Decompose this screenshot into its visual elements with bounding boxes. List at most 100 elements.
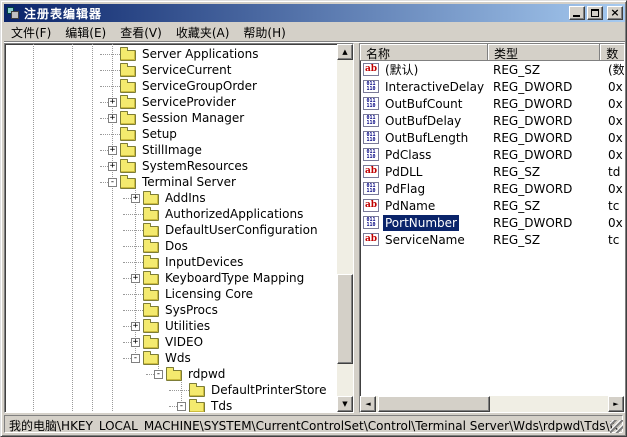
registry-value-row[interactable]: 011 110OutBufCountREG_DWORD0x xyxy=(360,95,624,112)
tree-item[interactable]: ServiceCurrent xyxy=(5,62,337,78)
tree-item-label: AuthorizedApplications xyxy=(163,207,305,221)
folder-icon xyxy=(143,274,159,285)
tree-item[interactable]: Dos xyxy=(5,238,337,254)
registry-value-row[interactable]: 011 110PdClassREG_DWORD0x xyxy=(360,146,624,163)
tree-item[interactable]: +Session Manager xyxy=(5,110,337,126)
collapse-icon[interactable]: - xyxy=(154,370,163,379)
tree-item[interactable]: DefaultUserConfiguration xyxy=(5,222,337,238)
tree-item[interactable]: +StillImage xyxy=(5,142,337,158)
tree-item[interactable]: SysProcs xyxy=(5,302,337,318)
list-horizontal-scrollbar[interactable]: ◄ ► xyxy=(360,396,624,412)
folder-icon xyxy=(120,130,136,141)
registry-value-row[interactable]: abPdDLLREG_SZtd xyxy=(360,163,624,180)
registry-value-row[interactable]: 011 110OutBufLengthREG_DWORD0x xyxy=(360,129,624,146)
tree-item[interactable]: Setup xyxy=(5,126,337,142)
tree-item[interactable]: +Utilities xyxy=(5,318,337,334)
scroll-right-icon[interactable]: ► xyxy=(608,396,624,412)
value-name-cell: 011 110OutBufLength xyxy=(360,130,490,146)
menu-view[interactable]: 查看(V) xyxy=(113,22,169,43)
tree-indent xyxy=(5,166,100,167)
reg-dword-icon: 011 110 xyxy=(363,131,379,144)
tree-indent xyxy=(5,54,100,55)
value-type: REG_DWORD xyxy=(490,131,604,145)
tree-indent xyxy=(5,278,123,279)
status-bar: 我的电脑\HKEY_LOCAL_MACHINE\SYSTEM\CurrentCo… xyxy=(4,413,623,433)
registry-value-row[interactable]: 011 110PdFlagREG_DWORD0x xyxy=(360,180,624,197)
expand-icon[interactable]: + xyxy=(131,194,140,203)
expand-icon[interactable]: + xyxy=(108,162,117,171)
tree-item[interactable]: Server Applications xyxy=(5,46,337,62)
maximize-button[interactable] xyxy=(587,6,603,20)
tree-connector xyxy=(123,246,143,247)
registry-value-row[interactable]: abServiceNameREG_SZtc xyxy=(360,231,624,248)
tree-item[interactable]: +AddIns xyxy=(5,190,337,206)
folder-icon xyxy=(120,114,136,125)
value-data: td xyxy=(604,165,624,179)
tree-item-label: SysProcs xyxy=(163,303,220,317)
tree-item[interactable]: ServiceGroupOrder xyxy=(5,78,337,94)
column-header-data[interactable]: 数 xyxy=(600,44,624,61)
value-name: PdDLL xyxy=(383,164,490,180)
maximize-icon xyxy=(591,9,599,17)
value-name-cell: 011 110InteractiveDelay xyxy=(360,79,490,95)
tree-item[interactable]: -Wds xyxy=(5,350,337,366)
scroll-up-icon[interactable]: ▲ xyxy=(337,44,353,60)
close-button[interactable]: × xyxy=(607,6,623,20)
tree-item[interactable]: +ServiceProvider xyxy=(5,94,337,110)
scrollbar-thumb[interactable] xyxy=(378,396,490,412)
scroll-left-icon[interactable]: ◄ xyxy=(360,396,376,412)
value-row-list: ab(默认)REG_SZ(数011 110InteractiveDelayREG… xyxy=(360,61,624,248)
tree-item[interactable]: Licensing Core xyxy=(5,286,337,302)
value-name-cell: 011 110PdFlag xyxy=(360,181,490,197)
collapse-icon[interactable]: - xyxy=(108,178,117,187)
menu-help[interactable]: 帮助(H) xyxy=(236,22,292,43)
title-bar[interactable]: 注册表编辑器 × xyxy=(4,4,625,22)
expand-icon[interactable]: + xyxy=(108,114,117,123)
folder-icon xyxy=(189,386,205,397)
tree-connector xyxy=(100,86,120,87)
menu-favorites[interactable]: 收藏夹(A) xyxy=(169,22,237,43)
tree-connector xyxy=(123,198,131,199)
tree-item[interactable]: -rdpwd xyxy=(5,366,337,382)
resize-grip-icon[interactable] xyxy=(610,420,623,433)
menu-file[interactable]: 文件(F) xyxy=(4,22,58,43)
tree-item[interactable]: +KeyboardType Mapping xyxy=(5,270,337,286)
collapse-icon[interactable]: - xyxy=(177,402,186,411)
expand-icon[interactable]: + xyxy=(131,274,140,283)
value-type: REG_DWORD xyxy=(490,97,604,111)
folder-icon xyxy=(120,98,136,109)
registry-value-row[interactable]: ab(默认)REG_SZ(数 xyxy=(360,61,624,78)
tree-item[interactable]: DefaultPrinterStore xyxy=(5,382,337,398)
tree-vertical-scrollbar[interactable]: ▲ ▼ xyxy=(337,44,353,412)
value-name: (默认) xyxy=(383,60,490,79)
tree-connector xyxy=(146,374,154,375)
column-header-type[interactable]: 类型 xyxy=(488,44,600,61)
expand-icon[interactable]: + xyxy=(131,322,140,331)
value-name: PdClass xyxy=(383,147,490,163)
tree-item[interactable]: -Tds xyxy=(5,398,337,413)
tree-item[interactable]: AuthorizedApplications xyxy=(5,206,337,222)
registry-editor-window: 注册表编辑器 × 文件(F) 编辑(E) 查看(V) 收藏夹(A) 帮助(H) … xyxy=(0,0,627,437)
tree-indent xyxy=(5,134,100,135)
scrollbar-thumb[interactable] xyxy=(337,274,353,364)
expand-icon[interactable]: + xyxy=(108,98,117,107)
value-data: (数 xyxy=(604,61,624,78)
tree-item[interactable]: -Terminal Server xyxy=(5,174,337,190)
tree-connector xyxy=(169,390,189,391)
registry-value-row[interactable]: 011 110PortNumberREG_DWORD0x xyxy=(360,214,624,231)
reg-sz-icon: ab xyxy=(363,165,379,178)
tree-item[interactable]: +VIDEO xyxy=(5,334,337,350)
registry-value-row[interactable]: abPdNameREG_SZtc xyxy=(360,197,624,214)
scroll-down-icon[interactable]: ▼ xyxy=(337,396,353,412)
registry-value-row[interactable]: 011 110OutBufDelayREG_DWORD0x xyxy=(360,112,624,129)
collapse-icon[interactable]: - xyxy=(131,354,140,363)
value-type: REG_DWORD xyxy=(490,114,604,128)
minimize-button[interactable] xyxy=(569,6,585,20)
column-header-name[interactable]: 名称 xyxy=(360,44,488,61)
tree-item[interactable]: InputDevices xyxy=(5,254,337,270)
tree-item[interactable]: +SystemResources xyxy=(5,158,337,174)
expand-icon[interactable]: + xyxy=(131,338,140,347)
registry-value-row[interactable]: 011 110InteractiveDelayREG_DWORD0x xyxy=(360,78,624,95)
menu-edit[interactable]: 编辑(E) xyxy=(58,22,113,43)
expand-icon[interactable]: + xyxy=(108,146,117,155)
